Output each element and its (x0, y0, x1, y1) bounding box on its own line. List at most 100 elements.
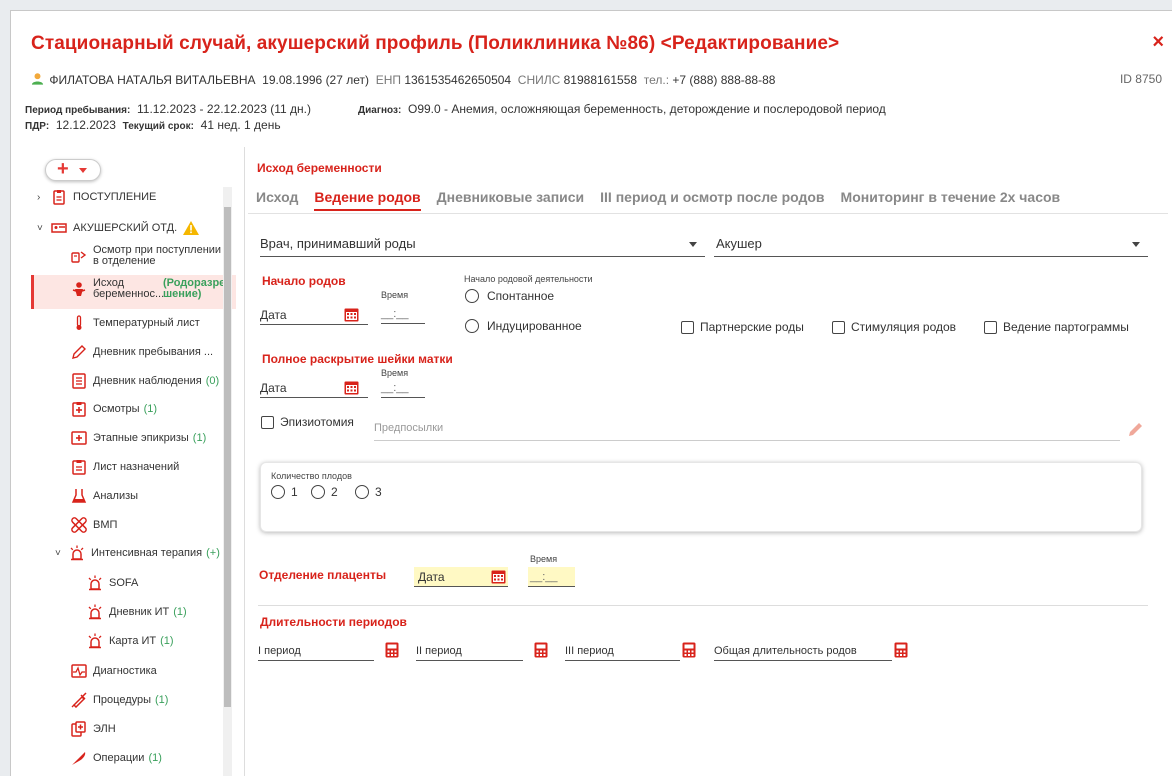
placenta-time-field[interactable]: __:__ (528, 567, 575, 587)
sidebar-item-admission[interactable]: › ПОСТУПЛЕНИЕ (37, 189, 156, 205)
obstetrician-select[interactable]: Акушер (714, 231, 1148, 257)
chevron-down-icon: ˅ (37, 222, 43, 234)
sidebar-item-diagnostics[interactable]: Диагностика (71, 663, 157, 679)
medical-clipboard-icon (72, 402, 86, 417)
dilation-time-field[interactable]: __:__ (381, 378, 425, 398)
patient-bar: ФИЛАТОВА НАТАЛЬЯ ВИТАЛЬЕВНА 19.08.1996 (… (31, 72, 775, 87)
preconditions-underline (374, 440, 1120, 441)
clipboard-icon (53, 190, 65, 205)
tab-outcome[interactable]: Исход (256, 189, 298, 211)
total-duration-field[interactable]: Общая длительность родов (714, 641, 892, 661)
sidebar-item-examinations[interactable]: Осмотры (1) (71, 401, 157, 417)
doctor-select[interactable]: Врач, принимавший роды (260, 231, 705, 257)
sidebar-item-procedures[interactable]: Процедуры (1) (71, 692, 168, 708)
period-1-field[interactable]: I период (258, 641, 374, 661)
sidebar-item-vmp[interactable]: ВМП (71, 517, 117, 533)
calculator-icon[interactable] (682, 642, 696, 658)
preconditions-input[interactable]: Предпосылки (374, 422, 443, 434)
radio-fetus-2[interactable]: 2 (311, 485, 338, 499)
snils-value: 81988161558 (563, 73, 638, 87)
calendar-icon[interactable] (491, 569, 506, 584)
tab-third-period[interactable]: III период и осмотр после родов (600, 189, 824, 211)
sidebar-scroll-thumb[interactable] (224, 207, 231, 707)
period-2-field[interactable]: II период (416, 641, 523, 661)
flask-icon (71, 489, 87, 503)
checkbox-episiotomy-label: Эпизиотомия (280, 415, 354, 429)
checkbox-partner-birth[interactable]: Партнерские роды (681, 320, 804, 334)
sidebar-item-sofa[interactable]: SOFA (87, 575, 138, 591)
sidebar-item-admission-exam[interactable]: Осмотр при поступлении в отделение (71, 245, 221, 267)
sidebar-item-temperature[interactable]: Температурный лист (71, 315, 200, 331)
sidebar-item-stay-diary[interactable]: Дневник пребывания ... (71, 344, 213, 360)
tab-bar: Исход Ведение родов Дневниковые записи I… (256, 189, 1076, 211)
checkbox-episiotomy[interactable]: Эпизиотомия (261, 415, 354, 429)
sidebar-item-operations[interactable]: Операции (1) (71, 750, 162, 766)
pdr-label: ПДР: (25, 121, 50, 132)
tab-monitoring[interactable]: Мониторинг в течение 2х часов (841, 189, 1061, 211)
radio-circle (465, 319, 479, 333)
period-value: 11.12.2023 - 22.12.2023 (11 дн.) (137, 102, 311, 116)
labor-activity-label: Начало родовой деятельности (464, 274, 593, 284)
thermometer-icon (76, 315, 82, 330)
tab-diary[interactable]: Дневниковые записи (437, 189, 585, 211)
sidebar-item-prescriptions[interactable]: Лист назначений (71, 459, 179, 475)
sidebar-item-label: SOFA (109, 577, 139, 589)
sidebar-item-analyses[interactable]: Анализы (71, 488, 138, 504)
sidebar-item-eln[interactable]: ЭЛН (71, 721, 116, 737)
bed-icon (51, 223, 67, 233)
radio-fetus-3[interactable]: 3 (355, 485, 382, 499)
sidebar-item-count: (+) (206, 547, 220, 559)
siren-icon (88, 575, 102, 591)
sidebar-item-observation-diary[interactable]: Дневник наблюдения (0) (71, 373, 219, 389)
sidebar-item-obstetric-dept[interactable]: ˅ АКУШЕРСКИЙ ОТД. (37, 220, 200, 236)
diagnosis-row: Диагноз: O99.0 - Анемия, осложняющая бер… (358, 102, 886, 116)
calculator-icon[interactable] (385, 642, 399, 658)
baby-icon (72, 282, 86, 296)
sidebar-item-it-card[interactable]: Карта ИТ (1) (87, 633, 174, 649)
sidebar-item-pregnancy-outcome[interactable]: Исход беременнос... (Родоразре шение) (71, 278, 225, 300)
sidebar-item-count: (1) (148, 752, 162, 764)
person-icon (31, 73, 44, 85)
sidebar-item-label: АКУШЕРСКИЙ ОТД. (73, 222, 178, 234)
radio-spontaneous[interactable]: Спонтанное (465, 289, 554, 303)
checkbox-partogram-label: Ведение партограммы (1003, 320, 1129, 334)
tabs-divider (248, 213, 1168, 214)
siren-icon (88, 604, 102, 620)
sidebar-item-intensive-care[interactable]: ˅ Интенсивная терапия (+) (55, 545, 220, 561)
sidebar-item-label: Анализы (93, 490, 139, 502)
sidebar-item-it-diary[interactable]: Дневник ИТ (1) (87, 604, 187, 620)
labor-start-heading: Начало родов (262, 274, 346, 288)
chevron-right-icon: › (37, 191, 41, 203)
radio-induced[interactable]: Индуцированное (465, 319, 582, 333)
scalpel-icon (72, 752, 86, 765)
sidebar-item-label: ВМП (93, 519, 118, 531)
sidebar-item-stage-epicrisis[interactable]: Этапные эпикризы (1) (71, 430, 206, 446)
diagnosis-label: Диагноз: (358, 105, 402, 116)
tab-labor-management[interactable]: Ведение родов (314, 189, 421, 211)
calendar-icon[interactable] (344, 380, 359, 395)
period-3-field[interactable]: III период (565, 641, 680, 661)
radio-fetus-2-label: 2 (331, 485, 338, 499)
checkbox-stimulation[interactable]: Стимуляция родов (832, 320, 956, 334)
sidebar-item-label: Этапные эпикризы (93, 432, 189, 444)
labor-start-time-field[interactable]: __:__ (381, 304, 425, 324)
pdr-row: ПДР: 12.12.2023 Текущий срок: 41 нед. 1 … (25, 118, 281, 132)
sidebar-item-label: Лист назначений (93, 461, 180, 473)
warning-icon (183, 221, 200, 235)
calculator-icon[interactable] (894, 642, 908, 658)
radio-fetus-1[interactable]: 1 (271, 485, 298, 499)
radio-induced-label: Индуцированное (487, 319, 582, 333)
edit-pencil-icon[interactable] (1128, 421, 1144, 437)
exam-icon (71, 251, 87, 263)
checkbox-box (984, 320, 997, 334)
sidebar-item-label-2: беременнос... (93, 288, 165, 300)
checkbox-partogram[interactable]: Ведение партограммы (984, 320, 1129, 334)
calendar-icon[interactable] (344, 307, 359, 322)
close-button[interactable]: × (1152, 31, 1164, 54)
phone-label: тел.: (643, 73, 670, 87)
calculator-icon[interactable] (534, 642, 548, 658)
radio-fetus-3-label: 3 (375, 485, 382, 499)
plus-icon: + (57, 158, 69, 180)
add-button[interactable]: + (45, 158, 101, 181)
phone-value: +7 (888) 888-88-88 (672, 73, 776, 87)
